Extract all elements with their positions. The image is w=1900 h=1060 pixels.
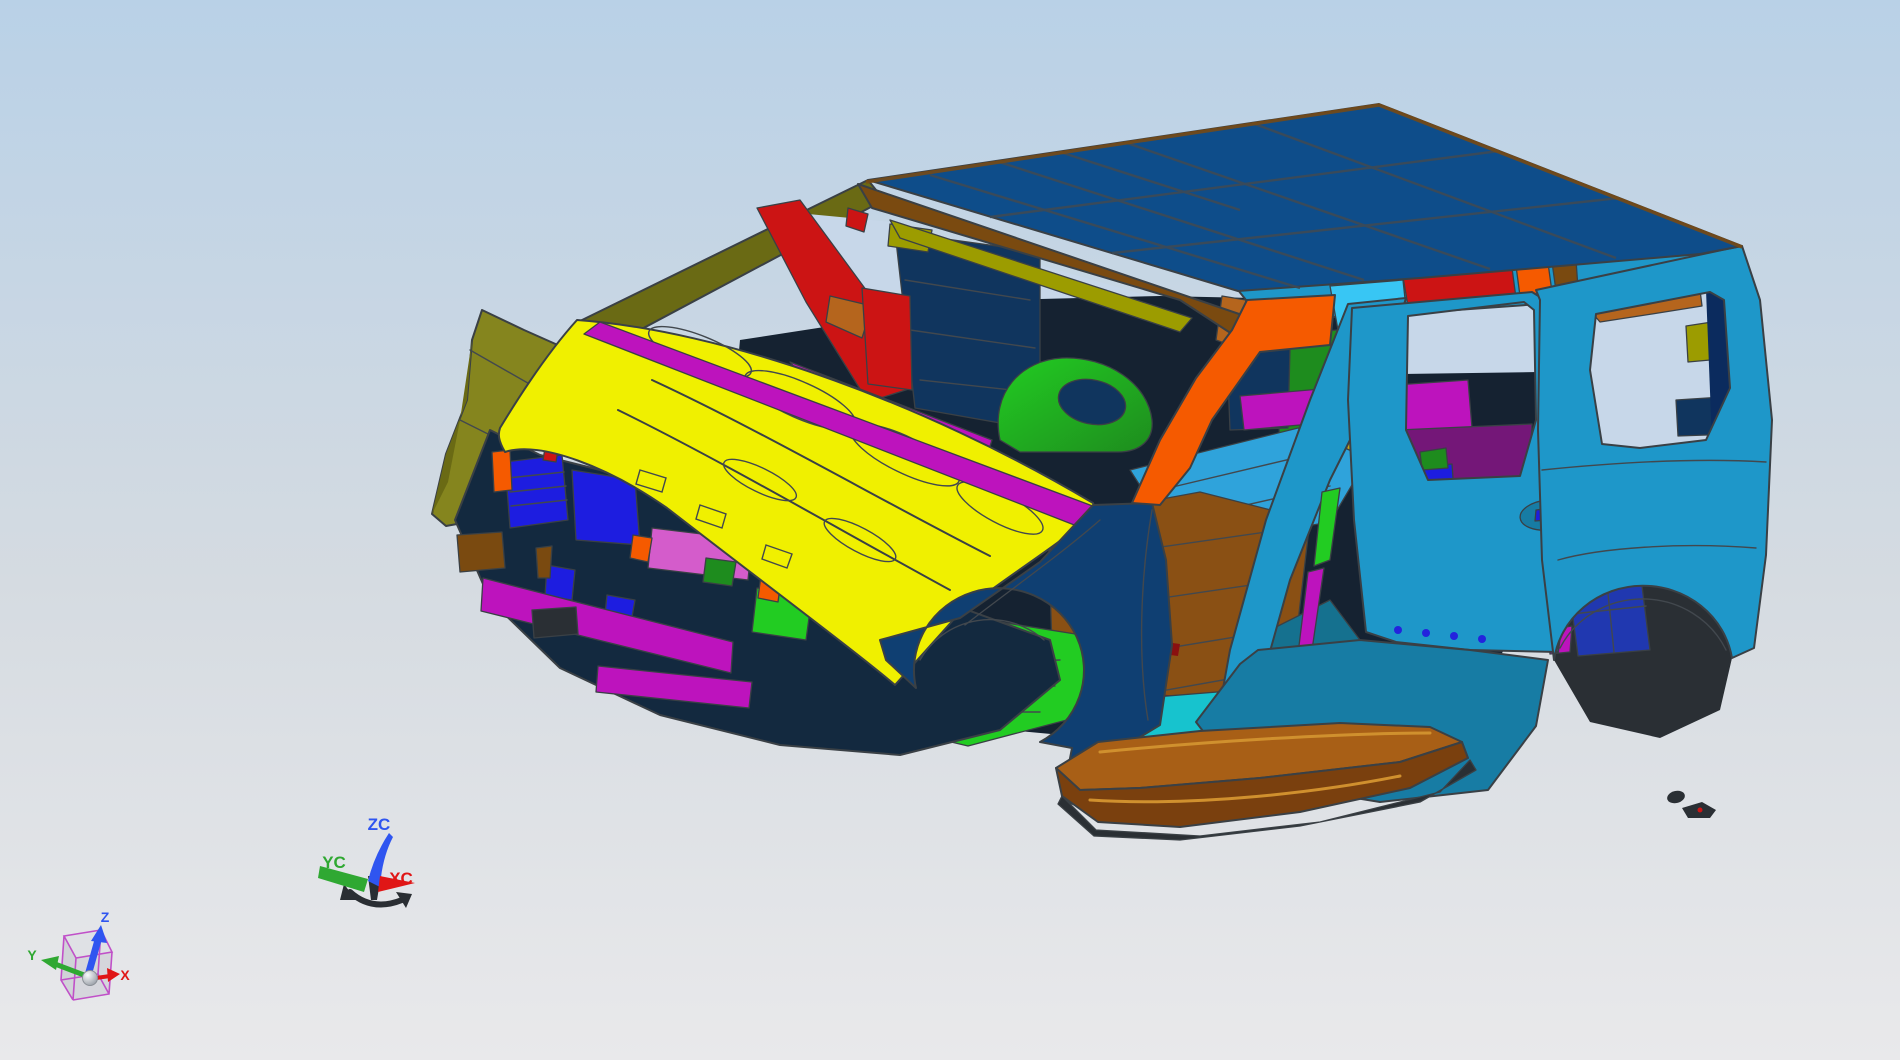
view-origin-sphere[interactable]	[82, 970, 98, 986]
front-strip-orange[interactable]	[491, 449, 513, 493]
view-x-label: X	[120, 967, 130, 983]
front-bracket-brown-b[interactable]	[535, 545, 553, 579]
loose-part-small[interactable]	[1666, 789, 1686, 805]
wcs-y-label: YC	[322, 853, 346, 872]
view-y-label: Y	[27, 947, 37, 963]
rocker-bolt-2	[1422, 629, 1430, 637]
wcs-triad[interactable]: ZC YC XC	[318, 815, 415, 908]
front-bracket-orange-a[interactable]	[629, 534, 653, 563]
cargo-bracket-green[interactable]	[1419, 447, 1449, 471]
wcs-z-label: ZC	[368, 815, 391, 834]
wcs-x-label: XC	[389, 869, 413, 888]
front-bracket-green-a[interactable]	[702, 557, 737, 587]
rocker-bolt-1	[1394, 626, 1402, 634]
view-y-axis-head[interactable]	[41, 956, 59, 970]
loose-bracket-parts[interactable]	[1666, 789, 1716, 818]
loose-part-dot-red	[1697, 807, 1703, 813]
cad-model-canvas[interactable]: ZC YC XC Z Y X	[0, 0, 1900, 1060]
front-bracket-brown-a[interactable]	[456, 531, 506, 573]
view-triad[interactable]: Z Y X	[27, 909, 130, 1001]
view-z-label: Z	[101, 909, 110, 925]
rocker-bolt-4	[1478, 635, 1486, 643]
rocker-bolt-3	[1450, 632, 1458, 640]
view-x-axis-head[interactable]	[107, 968, 120, 982]
cad-viewport[interactable]: ZC YC XC Z Y X	[0, 0, 1900, 1060]
tow-bracket-dark[interactable]	[531, 606, 579, 639]
firewall-column-red[interactable]	[861, 287, 913, 391]
